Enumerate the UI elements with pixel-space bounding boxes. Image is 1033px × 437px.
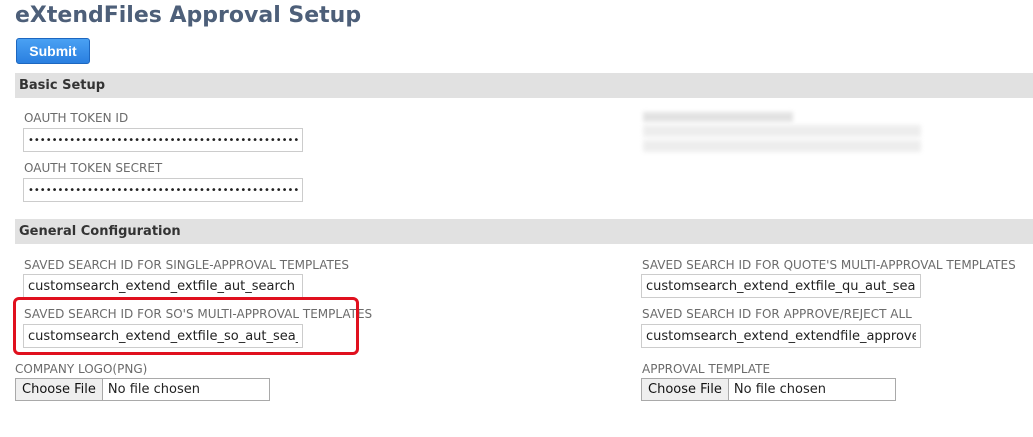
single-approval-label: SAVED SEARCH ID FOR SINGLE-APPROVAL TEMP…	[24, 258, 350, 272]
so-multi-approval-label: SAVED SEARCH ID FOR SO'S MULTI-APPROVAL …	[24, 307, 373, 321]
single-approval-search-field[interactable]	[23, 274, 303, 298]
company-logo-file-status: No file chosen	[107, 382, 200, 397]
oauth-token-secret-label: OAUTH TOKEN SECRET	[24, 161, 163, 175]
company-logo-file-input[interactable]: Choose File No file chosen	[15, 378, 270, 401]
oauth-token-secret-field[interactable]	[23, 178, 303, 202]
approve-reject-all-label: SAVED SEARCH ID FOR APPROVE/REJECT ALL	[642, 307, 912, 321]
oauth-token-id-label: OAUTH TOKEN ID	[24, 111, 129, 125]
company-logo-label: COMPANY LOGO(PNG)	[15, 362, 148, 376]
company-logo-choose-file-button[interactable]: Choose File	[16, 379, 103, 400]
page-title: eXtendFiles Approval Setup	[15, 3, 362, 28]
quote-multi-approval-label: SAVED SEARCH ID FOR QUOTE'S MULTI-APPROV…	[642, 258, 1016, 272]
approval-template-choose-file-button[interactable]: Choose File	[642, 379, 729, 400]
quote-multi-approval-search-field[interactable]	[641, 274, 921, 298]
section-header-general-configuration: General Configuration	[15, 219, 1033, 244]
approve-reject-all-search-field[interactable]	[641, 324, 921, 348]
approval-template-file-status: No file chosen	[733, 382, 826, 397]
approval-template-label: APPROVAL TEMPLATE	[642, 362, 771, 376]
section-header-basic-setup: Basic Setup	[15, 73, 1033, 98]
submit-button[interactable]: Submit	[16, 38, 90, 64]
approval-template-file-input[interactable]: Choose File No file chosen	[641, 378, 896, 401]
so-multi-approval-search-field[interactable]	[23, 324, 303, 348]
oauth-token-id-field[interactable]	[23, 128, 303, 152]
